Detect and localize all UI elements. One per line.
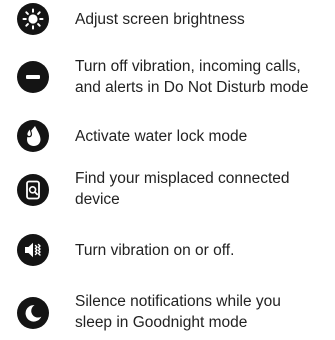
list-item-do-not-disturb: Turn off vibration, incoming calls, and … xyxy=(0,50,335,106)
goodnight-mode-icon xyxy=(17,297,49,329)
list-item-label: Find your misplaced connected device xyxy=(75,170,290,208)
do-not-disturb-icon xyxy=(17,61,49,93)
list-item-goodnight-mode: Silence notifications while you sleep in… xyxy=(0,286,335,340)
list-item-label: Turn vibration on or off. xyxy=(75,242,235,259)
list-item-label: Adjust screen brightness xyxy=(75,11,245,28)
quick-settings-feature-list: Adjust screen brightness Turn off vibrat… xyxy=(0,0,335,340)
list-item-label: Activate water lock mode xyxy=(75,128,248,145)
list-item-find-device: Find your misplaced connected device xyxy=(0,164,335,216)
vibration-off-icon xyxy=(17,234,49,266)
list-item-brightness: Adjust screen brightness xyxy=(0,0,335,40)
list-item-water-lock: Activate water lock mode xyxy=(0,116,335,156)
water-lock-icon xyxy=(17,120,49,152)
brightness-icon xyxy=(17,3,49,35)
list-item-vibration: Turn vibration on or off. xyxy=(0,230,335,270)
find-device-icon xyxy=(17,174,49,206)
list-item-label: Turn off vibration, incoming calls, and … xyxy=(75,58,309,96)
list-item-label: Silence notifications while you sleep in… xyxy=(75,293,281,331)
